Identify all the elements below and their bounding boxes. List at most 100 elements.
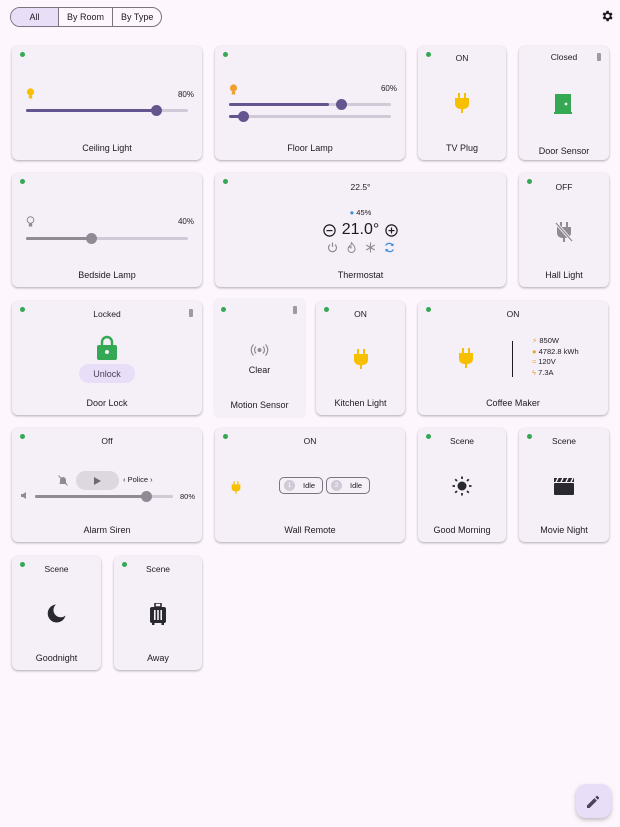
scene-name: Movie Night <box>540 525 588 535</box>
device-name: Hall Light <box>545 270 583 280</box>
filter-segmented-control: All By Room By Type <box>10 7 163 27</box>
bell-off-icon[interactable] <box>58 475 68 486</box>
away-scene-card[interactable]: Scene Away <box>114 556 202 670</box>
battery-icon <box>189 309 193 317</box>
moon-icon <box>47 604 66 623</box>
sun-icon <box>452 476 472 496</box>
current-icon: ϟ <box>532 367 536 377</box>
lightbulb-off-icon <box>26 216 35 227</box>
scene-name: Goodnight <box>35 653 78 663</box>
device-name: Door Sensor <box>538 146 590 156</box>
power-bolt-icon: ⚡ <box>532 336 538 345</box>
online-indicator <box>221 307 226 312</box>
movie-night-scene-card[interactable]: Scene Movie Night <box>519 428 609 542</box>
door-lock-card[interactable]: Locked Unlock Door Lock <box>12 301 202 415</box>
wall-remote-card[interactable]: ON 1 Idle 2 Idle Wall Remote <box>215 428 405 542</box>
remote-button-2[interactable]: 2 Idle <box>326 477 370 494</box>
slider-thumb[interactable] <box>141 491 152 502</box>
device-name: Wall Remote <box>284 525 336 535</box>
lock-closed-icon <box>97 335 117 360</box>
coffee-maker-card[interactable]: ON ⚡ 850W ● 4782.8 kWh ≈ 120V ϟ 7.3A Cof… <box>418 301 608 415</box>
button-number-badge: 1 <box>284 480 295 491</box>
play-icon <box>94 476 101 485</box>
device-name: Thermostat <box>337 270 384 280</box>
heat-flame-icon[interactable] <box>346 242 357 253</box>
setpoint-temperature: 21.0° <box>341 221 380 238</box>
alarm-siren-card[interactable]: Off ‹ Police › 80% Alarm Siren <box>12 428 202 542</box>
setpoint-row: 21.0° <box>215 221 506 239</box>
device-state: Closed <box>550 52 578 62</box>
button-state: Idle <box>303 481 316 490</box>
device-name: Floor Lamp <box>287 143 333 153</box>
kitchen-light-card[interactable]: ON Kitchen Light <box>316 301 405 415</box>
thermostat-card[interactable]: 22.5° ● 45% 21.0° Thermostat <box>215 173 506 287</box>
device-state: Locked <box>93 309 121 319</box>
scene-tag: Scene <box>449 436 475 446</box>
scene-name: Away <box>147 653 169 663</box>
goodnight-scene-card[interactable]: Scene Goodnight <box>12 556 101 670</box>
slider-fill <box>35 495 147 498</box>
humidity-row: ● 45% <box>215 208 506 217</box>
floor-lamp-card[interactable]: 60% Floor Lamp <box>215 46 405 160</box>
power-value: 850W <box>539 336 559 345</box>
device-state: ON <box>303 436 317 446</box>
lightbulb-on-icon <box>26 88 35 99</box>
device-name: Motion Sensor <box>230 400 289 410</box>
mode-row <box>215 242 506 253</box>
good-morning-scene-card[interactable]: Scene Good Morning <box>418 428 506 542</box>
tv-plug-card[interactable]: ON TV Plug <box>418 46 506 160</box>
tone-prev-icon[interactable]: ‹ <box>123 475 126 484</box>
energy-icon: ● <box>532 346 537 356</box>
device-state: Clear <box>248 365 271 375</box>
slider-thumb[interactable] <box>151 105 162 116</box>
brightness-slider[interactable] <box>229 99 391 110</box>
filter-by-type[interactable]: By Type <box>112 8 161 26</box>
bedside-lamp-card[interactable]: 40% Bedside Lamp <box>12 173 202 287</box>
door-sensor-card[interactable]: Closed Door Sensor <box>519 46 609 160</box>
brightness-slider[interactable] <box>26 233 188 244</box>
device-name: Door Lock <box>86 398 128 408</box>
volume-slider[interactable] <box>35 491 173 502</box>
lightbulb-on-icon <box>229 84 238 95</box>
tone-next-icon[interactable]: › <box>150 475 153 484</box>
auto-mode-icon[interactable] <box>384 242 395 253</box>
pencil-icon <box>587 795 600 808</box>
scene-tag: Scene <box>44 564 69 574</box>
cool-snowflake-icon[interactable] <box>365 242 376 253</box>
edit-fab-button[interactable] <box>576 784 611 818</box>
clapperboard-icon <box>554 478 574 495</box>
slider-thumb[interactable] <box>336 99 347 110</box>
color-temp-slider[interactable] <box>229 111 391 122</box>
current-temperature: 22.5° <box>350 182 371 192</box>
hall-light-card[interactable]: OFF Hall Light <box>519 173 609 287</box>
scene-tag: Scene <box>145 564 171 574</box>
power-plug-icon[interactable] <box>454 93 470 113</box>
motion-sensor-card[interactable]: Clear Motion Sensor <box>213 298 306 418</box>
slider-thumb[interactable] <box>238 111 249 122</box>
battery-icon <box>597 53 601 61</box>
battery-icon <box>293 306 297 314</box>
scene-name: Good Morning <box>433 525 491 535</box>
device-state: ON <box>455 53 469 63</box>
brightness-slider[interactable] <box>26 105 188 116</box>
power-plug-icon[interactable] <box>353 349 369 369</box>
settings-gear-icon[interactable] <box>600 9 614 23</box>
voltage-icon: ≈ <box>532 357 537 366</box>
filter-by-room[interactable]: By Room <box>58 8 112 26</box>
volume-icon <box>21 492 26 499</box>
filter-all[interactable]: All <box>11 8 58 26</box>
power-mode-icon[interactable] <box>327 242 338 253</box>
ceiling-light-card[interactable]: 80% Ceiling Light <box>12 46 202 160</box>
unlock-button[interactable]: Unlock <box>79 364 135 383</box>
minus-circle-icon[interactable] <box>323 223 336 237</box>
power-plug-icon[interactable] <box>458 348 474 368</box>
slider-fill <box>229 103 329 106</box>
play-button[interactable] <box>76 471 119 490</box>
power-plug-off-icon[interactable] <box>555 222 573 242</box>
tone-selector[interactable]: ‹ Police › <box>123 475 153 484</box>
device-state: OFF <box>555 182 573 192</box>
plus-circle-icon[interactable] <box>385 223 398 237</box>
remote-button-1[interactable]: 1 Idle <box>279 477 323 494</box>
slider-thumb[interactable] <box>86 233 97 244</box>
device-name: Ceiling Light <box>82 143 132 153</box>
